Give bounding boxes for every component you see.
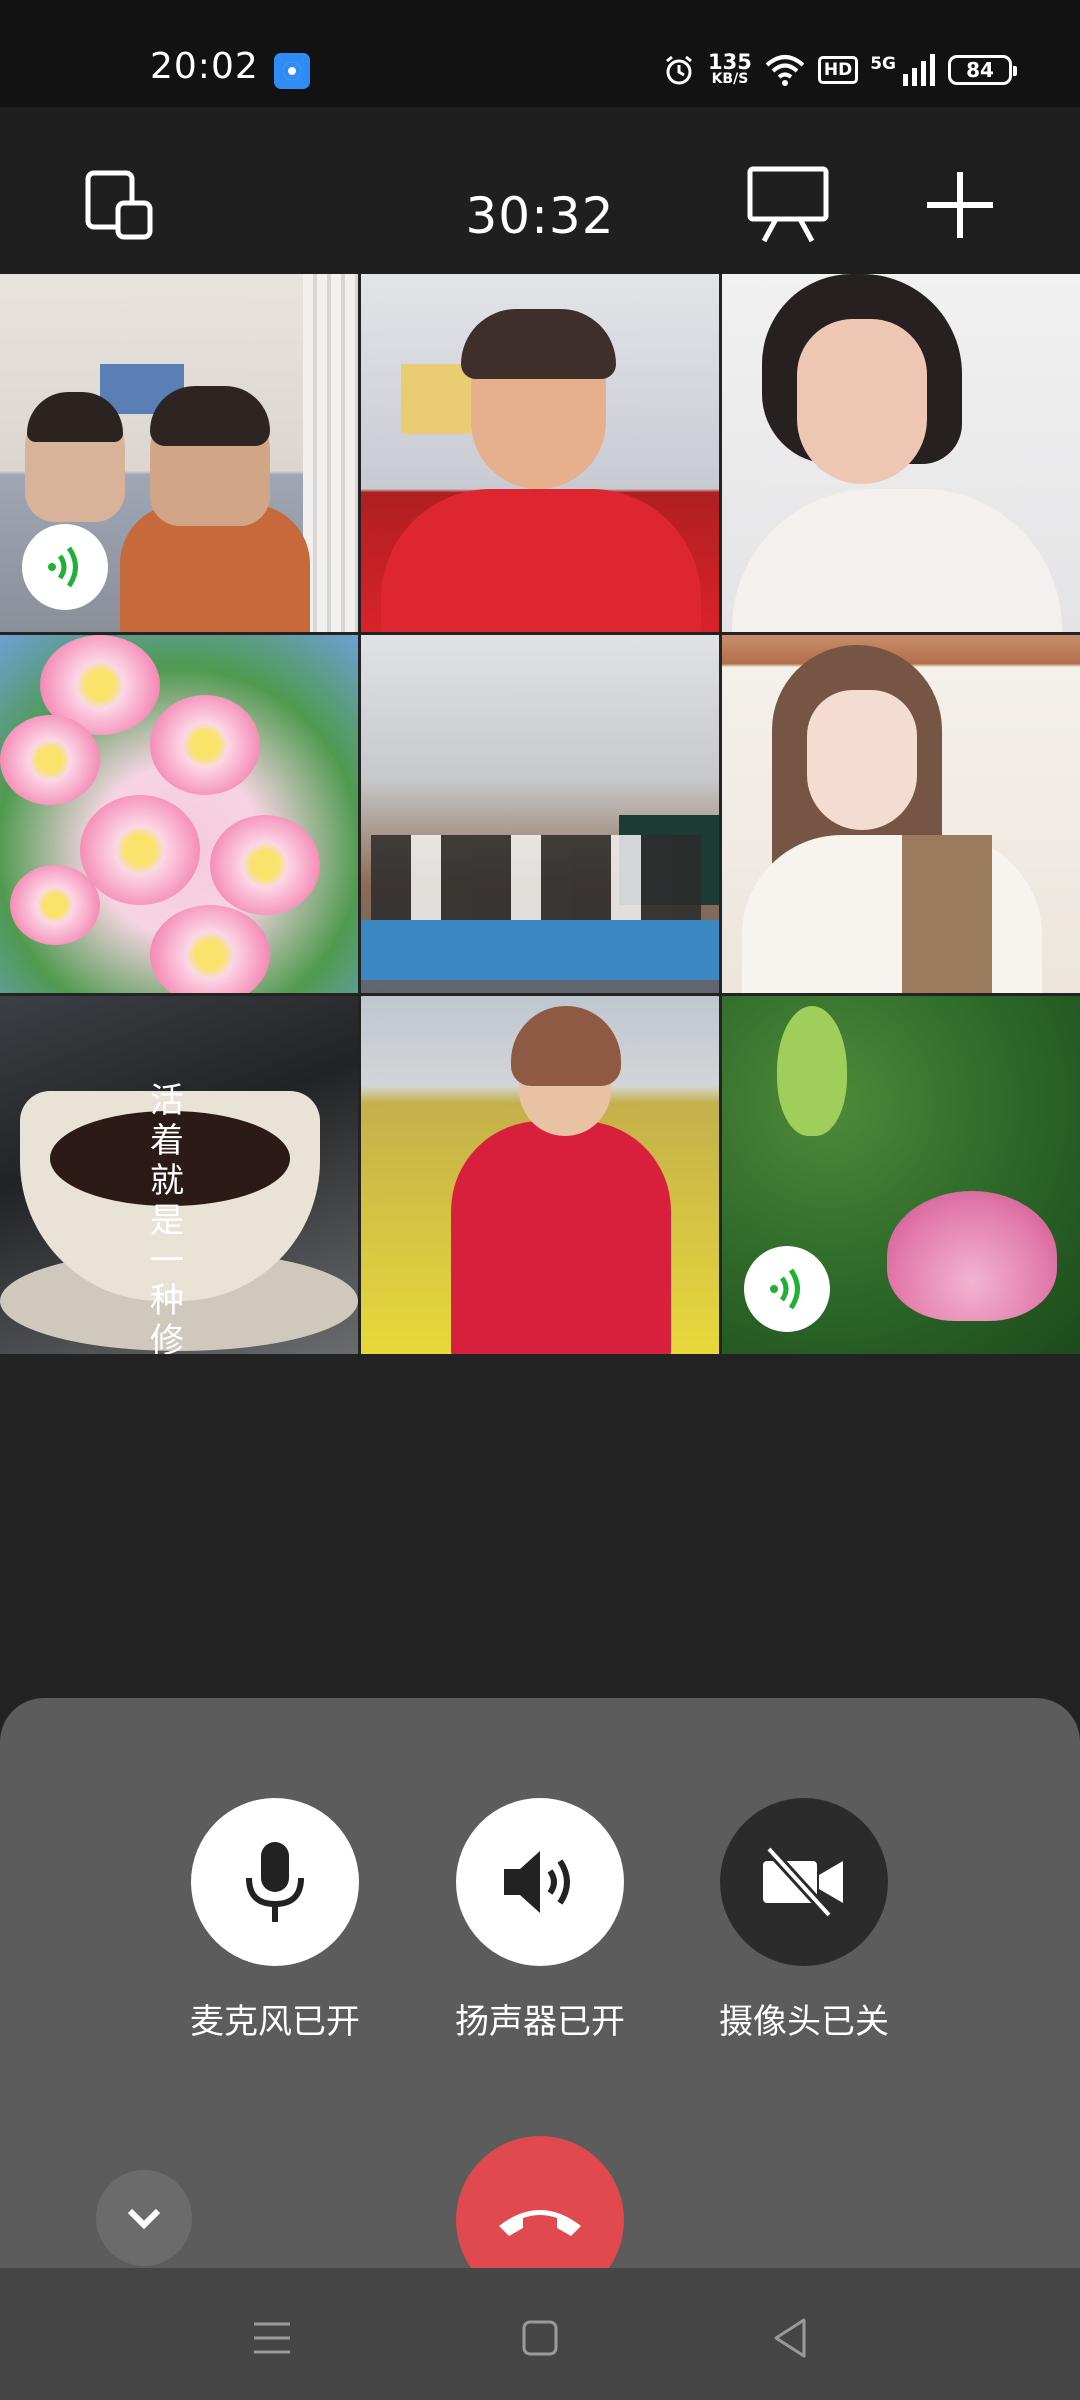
network-speed-value: 135 xyxy=(708,50,752,74)
back-triangle-icon xyxy=(774,2318,806,2358)
camera-control: 摄像头已关 xyxy=(674,1798,934,2043)
plus-icon xyxy=(927,172,993,238)
call-top-bar: 30:32 xyxy=(0,107,1080,274)
signal-icon xyxy=(903,54,935,86)
hd-voice-badge: HD xyxy=(817,56,859,84)
chevron-down-icon xyxy=(127,2208,161,2230)
phone-hangup-icon xyxy=(499,2210,581,2236)
speaker-status-label: 扬声器已开 xyxy=(455,2002,625,2042)
home-nav-button[interactable] xyxy=(510,2308,570,2368)
participant-tile[interactable] xyxy=(361,996,719,1354)
system-navigation-bar xyxy=(0,2268,1080,2400)
camera-off-icon xyxy=(763,1847,843,1917)
sound-wave-icon xyxy=(48,546,78,588)
status-icons: 135 KB/S HD 5G 84 xyxy=(662,48,1017,92)
participant-tile[interactable]: 活着就是一种修行。 xyxy=(0,996,358,1354)
alarm-icon xyxy=(666,55,692,85)
presentation-icon xyxy=(747,166,829,243)
speaking-indicator xyxy=(744,1246,830,1332)
participant-tile[interactable] xyxy=(361,635,719,993)
microphone-icon xyxy=(246,1842,304,1922)
add-participant-button[interactable] xyxy=(920,165,1000,245)
status-bar: 20:02 135 KB/S HD 5G 84 xyxy=(0,0,1080,107)
speaker-icon xyxy=(504,1851,570,1913)
status-time: 20:02 xyxy=(150,46,259,87)
collapse-controls-button[interactable] xyxy=(96,2170,192,2266)
home-square-icon xyxy=(522,2320,558,2356)
screen-share-button[interactable] xyxy=(746,165,830,245)
app-notification-icon xyxy=(274,53,310,89)
network-type: 5G xyxy=(870,54,896,74)
call-duration: 30:32 xyxy=(465,187,615,245)
speaker-toggle-button[interactable] xyxy=(456,1798,624,1966)
network-speed: 135 KB/S xyxy=(708,50,752,88)
microphone-control: 麦克风已开 xyxy=(145,1798,405,2043)
participant-tile[interactable] xyxy=(722,635,1080,993)
menu-icon xyxy=(254,2322,290,2354)
battery-indicator: 84 xyxy=(948,55,1017,85)
network-speed-unit: KB/S xyxy=(711,71,749,87)
participant-tile[interactable] xyxy=(0,635,358,993)
camera-toggle-button[interactable] xyxy=(720,1798,888,1966)
sound-wave-icon xyxy=(770,1268,800,1310)
wifi-icon xyxy=(765,55,805,86)
participant-tile[interactable] xyxy=(0,274,358,632)
participant-grid: 活着就是一种修行。 xyxy=(0,274,1080,1354)
speaking-indicator xyxy=(22,524,108,610)
participant-tile[interactable] xyxy=(722,274,1080,632)
microphone-status-label: 麦克风已开 xyxy=(190,2002,360,2042)
image-overlay-text: 活着就是一种修行。 xyxy=(150,1081,184,1354)
speaker-control: 扬声器已开 xyxy=(410,1798,670,2043)
participant-tile[interactable] xyxy=(361,274,719,632)
microphone-toggle-button[interactable] xyxy=(191,1798,359,1966)
camera-status-label: 摄像头已关 xyxy=(719,2002,889,2042)
menu-nav-button[interactable] xyxy=(242,2308,302,2368)
back-nav-button[interactable] xyxy=(760,2308,820,2368)
participant-tile[interactable] xyxy=(722,996,1080,1354)
